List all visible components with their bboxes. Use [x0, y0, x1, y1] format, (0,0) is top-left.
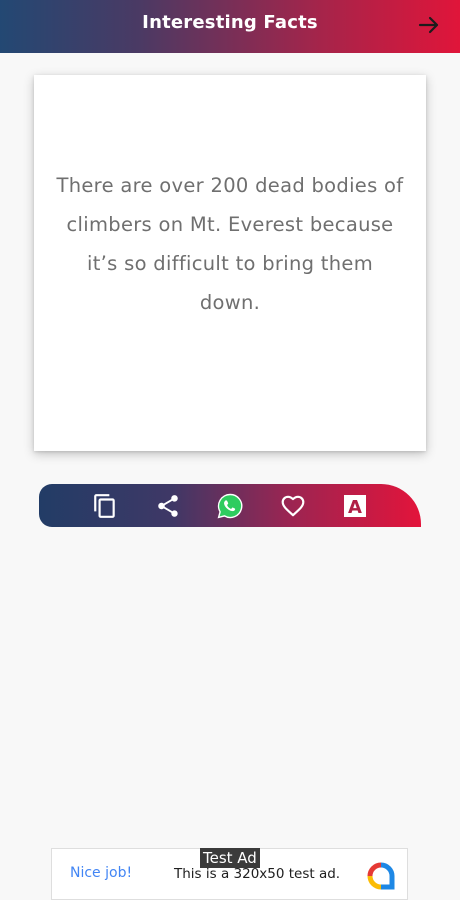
app-bar: Interesting Facts: [0, 0, 460, 53]
share-button[interactable]: [151, 489, 185, 523]
copy-button[interactable]: [88, 489, 122, 523]
heart-icon: [281, 495, 305, 517]
font-button[interactable]: A: [338, 489, 372, 523]
svg-text:A: A: [348, 497, 362, 518]
page-title: Interesting Facts: [142, 12, 318, 33]
ad-cta-link[interactable]: Nice job!: [70, 865, 132, 881]
favorite-button[interactable]: [276, 489, 310, 523]
whatsapp-button[interactable]: [213, 489, 247, 523]
ad-text: This is a 320x50 test ad.: [174, 866, 341, 882]
font-icon: A: [344, 495, 366, 518]
arrow-right-icon: [418, 16, 439, 34]
share-icon: [158, 495, 178, 517]
ad-logo-icon: [367, 862, 395, 890]
fact-text: There are over 200 dead bodies of climbe…: [56, 174, 404, 314]
copy-icon: [94, 494, 115, 518]
next-fact-button[interactable]: [412, 8, 446, 42]
action-bar: A: [39, 484, 421, 527]
ad-label: Test Ad: [200, 848, 260, 868]
fact-card: There are over 200 dead bodies of climbe…: [34, 75, 426, 451]
whatsapp-icon: [217, 493, 243, 519]
